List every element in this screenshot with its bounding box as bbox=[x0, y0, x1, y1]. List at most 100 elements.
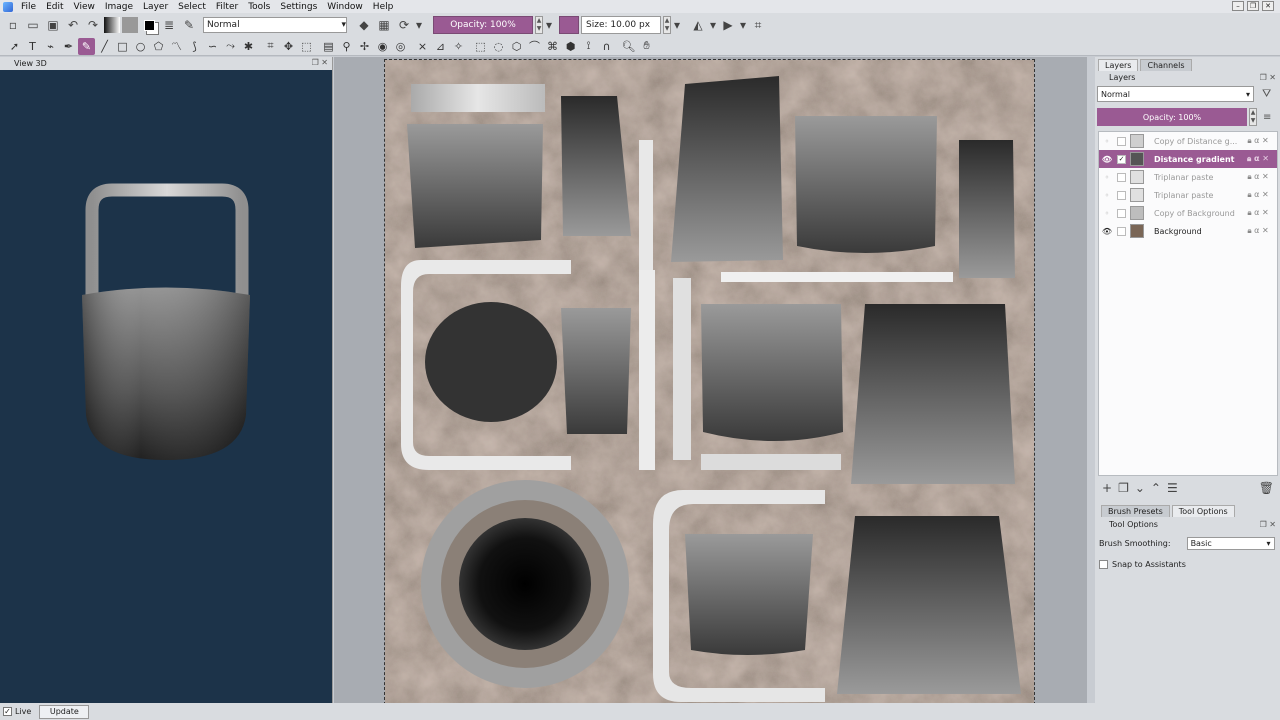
add-layer-icon[interactable]: + bbox=[1102, 481, 1112, 495]
layer-blend-select[interactable]: Normal ▾ bbox=[1097, 86, 1254, 102]
eye-icon[interactable]: 👁︎ bbox=[1101, 155, 1113, 164]
layer-row[interactable]: ◦ Copy of Distance g... 🔒︎ α ✕ bbox=[1099, 132, 1277, 150]
layer-lock-alpha-icons[interactable]: 🔒︎ α ✕ bbox=[1239, 136, 1277, 146]
layer-row[interactable]: ◦ Triplanar paste 🔒︎ α ✕ bbox=[1099, 168, 1277, 186]
opacity-slider[interactable]: Opacity: 100% bbox=[433, 16, 533, 34]
reload-preset-icon[interactable]: ⟳ bbox=[395, 16, 413, 34]
canvas-area[interactable] bbox=[334, 57, 1087, 710]
brush-smoothing-select[interactable]: Basic ▾ bbox=[1186, 537, 1275, 550]
tab-channels[interactable]: Channels bbox=[1140, 59, 1192, 71]
preserve-alpha-icon[interactable]: ▦ bbox=[375, 16, 393, 34]
menu-window[interactable]: Window bbox=[322, 2, 368, 12]
blend-mode-select[interactable]: Normal ▾ bbox=[203, 17, 347, 33]
texture-canvas[interactable] bbox=[384, 59, 1035, 710]
move-layer-up-icon[interactable]: ⌃ bbox=[1151, 481, 1161, 495]
layer-opacity-spinner[interactable]: ▲ ▼ bbox=[1249, 108, 1257, 126]
minimize-icon[interactable]: – bbox=[1232, 1, 1244, 11]
reference-tool-icon[interactable]: ✧ bbox=[450, 38, 467, 55]
bezier-select-icon[interactable]: ⟟ bbox=[580, 38, 597, 55]
docker-float-close-icons[interactable]: ❐ ✕ bbox=[312, 58, 328, 67]
layer-lock-alpha-icons[interactable]: 🔒︎ α ✕ bbox=[1239, 226, 1277, 236]
layer-row[interactable]: ◦ Triplanar paste 🔒︎ α ✕ bbox=[1099, 186, 1277, 204]
duplicate-layer-icon[interactable]: ❐ bbox=[1118, 481, 1129, 495]
menu-icon[interactable]: ≡ bbox=[1263, 112, 1271, 123]
contiguous-select-icon[interactable]: ⌘ bbox=[544, 38, 561, 55]
tab-layers[interactable]: Layers bbox=[1098, 59, 1139, 71]
eye-hidden-icon[interactable]: ◦ bbox=[1101, 173, 1113, 182]
move-layer-down-icon[interactable]: ⌄ bbox=[1135, 481, 1145, 495]
live-checkbox[interactable]: ✓ bbox=[3, 707, 12, 716]
open-document-icon[interactable]: ▭ bbox=[24, 16, 42, 34]
snap-checkbox[interactable] bbox=[1099, 560, 1108, 569]
mirror-vertical-icon[interactable]: ▶ bbox=[719, 16, 737, 34]
eye-hidden-icon[interactable]: ◦ bbox=[1101, 209, 1113, 218]
menu-edit[interactable]: Edit bbox=[41, 2, 68, 12]
measure-tool-icon[interactable]: ⊿ bbox=[432, 38, 449, 55]
layer-lock-alpha-icons[interactable]: 🔒︎ α ✕ bbox=[1239, 208, 1277, 218]
eye-icon[interactable]: 👁︎ bbox=[1101, 227, 1113, 236]
opacity-spinner[interactable]: ▲ ▼ bbox=[535, 16, 543, 34]
menu-settings[interactable]: Settings bbox=[275, 2, 322, 12]
layer-checkbox[interactable] bbox=[1117, 226, 1126, 236]
save-icon[interactable]: ▣ bbox=[44, 16, 62, 34]
delete-layer-icon[interactable]: 🗑︎ bbox=[1259, 481, 1274, 495]
eye-hidden-icon[interactable]: ◦ bbox=[1101, 191, 1113, 200]
mirror-horizontal-icon[interactable]: ◭ bbox=[689, 16, 707, 34]
menu-tools[interactable]: Tools bbox=[243, 2, 275, 12]
uv-texture-map[interactable] bbox=[385, 60, 1035, 710]
calligraphy-icon[interactable]: ✒ bbox=[60, 38, 77, 55]
edit-shapes-icon[interactable]: ⌁ bbox=[42, 38, 59, 55]
freehand-select-icon[interactable]: ⌒ bbox=[526, 38, 543, 55]
eye-hidden-icon[interactable]: ◦ bbox=[1101, 137, 1113, 146]
gradient-icon[interactable] bbox=[104, 17, 120, 33]
menu-select[interactable]: Select bbox=[173, 2, 211, 12]
gradient-tool-icon[interactable]: ▤ bbox=[320, 38, 337, 55]
docker-float-close-icons[interactable]: ❐ ✕ bbox=[1260, 520, 1276, 529]
fill-tool-icon[interactable]: ◉ bbox=[374, 38, 391, 55]
new-document-icon[interactable]: ▫ bbox=[4, 16, 22, 34]
layer-checkbox[interactable]: ✓ bbox=[1117, 154, 1126, 164]
zoom-tool-icon[interactable]: 🔍︎ bbox=[620, 38, 637, 55]
line-tool-icon[interactable]: ╱ bbox=[96, 38, 113, 55]
layer-lock-alpha-icons[interactable]: 🔒︎ α ✕ bbox=[1239, 172, 1277, 182]
canvas-vertical-scrollbar[interactable] bbox=[1087, 57, 1095, 710]
similar-select-icon[interactable]: ⬢ bbox=[562, 38, 579, 55]
layer-checkbox[interactable] bbox=[1117, 172, 1126, 182]
color-swatch-icon[interactable] bbox=[140, 16, 158, 34]
transform-tool-icon[interactable]: ⬚ bbox=[298, 38, 315, 55]
brush-settings-icon[interactable]: ≣ bbox=[160, 16, 178, 34]
eraser-icon[interactable]: ◆ bbox=[355, 16, 373, 34]
dropdown-arrow-icon[interactable]: ▾ bbox=[709, 16, 717, 34]
brush-preset-icon[interactable]: ✎ bbox=[180, 16, 198, 34]
rect-select-icon[interactable]: ⬚ bbox=[472, 38, 489, 55]
live-toggle[interactable]: ✓ Live bbox=[3, 707, 31, 716]
bezier-tool-icon[interactable]: ⟆ bbox=[186, 38, 203, 55]
rectangle-tool-icon[interactable]: □ bbox=[114, 38, 131, 55]
tab-tool-options[interactable]: Tool Options bbox=[1171, 505, 1235, 517]
layer-checkbox[interactable] bbox=[1117, 208, 1126, 218]
dropdown-arrow-icon[interactable]: ▾ bbox=[739, 16, 747, 34]
pattern-icon[interactable] bbox=[122, 17, 138, 33]
select-shapes-icon[interactable]: ➚ bbox=[6, 38, 23, 55]
menu-layer[interactable]: Layer bbox=[138, 2, 173, 12]
menu-view[interactable]: View bbox=[69, 2, 100, 12]
multibrush-icon[interactable]: ✱ bbox=[240, 38, 257, 55]
layer-checkbox[interactable] bbox=[1117, 190, 1126, 200]
dynamic-brush-icon[interactable]: ⤳ bbox=[222, 38, 239, 55]
wrap-around-icon[interactable]: ⌗ bbox=[749, 16, 767, 34]
menu-help[interactable]: Help bbox=[368, 2, 399, 12]
menu-image[interactable]: Image bbox=[100, 2, 138, 12]
layer-lock-alpha-icons[interactable]: 🔒︎ α ✕ bbox=[1239, 190, 1277, 200]
3d-bucket-model[interactable] bbox=[0, 70, 333, 703]
layer-row[interactable]: 👁︎ ✓ Distance gradient 🔒︎ α ✕ bbox=[1099, 150, 1277, 168]
smart-patch-icon[interactable]: ◎ bbox=[392, 38, 409, 55]
redo-icon[interactable]: ↷ bbox=[84, 16, 102, 34]
layer-lock-alpha-icons[interactable]: 🔒︎ α ✕ bbox=[1239, 154, 1277, 164]
layer-row[interactable]: ◦ Copy of Background 🔒︎ α ✕ bbox=[1099, 204, 1277, 222]
polygon-select-icon[interactable]: ⬡ bbox=[508, 38, 525, 55]
polyline-tool-icon[interactable]: 〽 bbox=[168, 38, 185, 55]
color-picker-icon[interactable]: ⚲ bbox=[338, 38, 355, 55]
menu-filter[interactable]: Filter bbox=[211, 2, 243, 12]
restore-icon[interactable]: ❐ bbox=[1247, 1, 1259, 11]
move-tool-icon[interactable]: ✥ bbox=[280, 38, 297, 55]
